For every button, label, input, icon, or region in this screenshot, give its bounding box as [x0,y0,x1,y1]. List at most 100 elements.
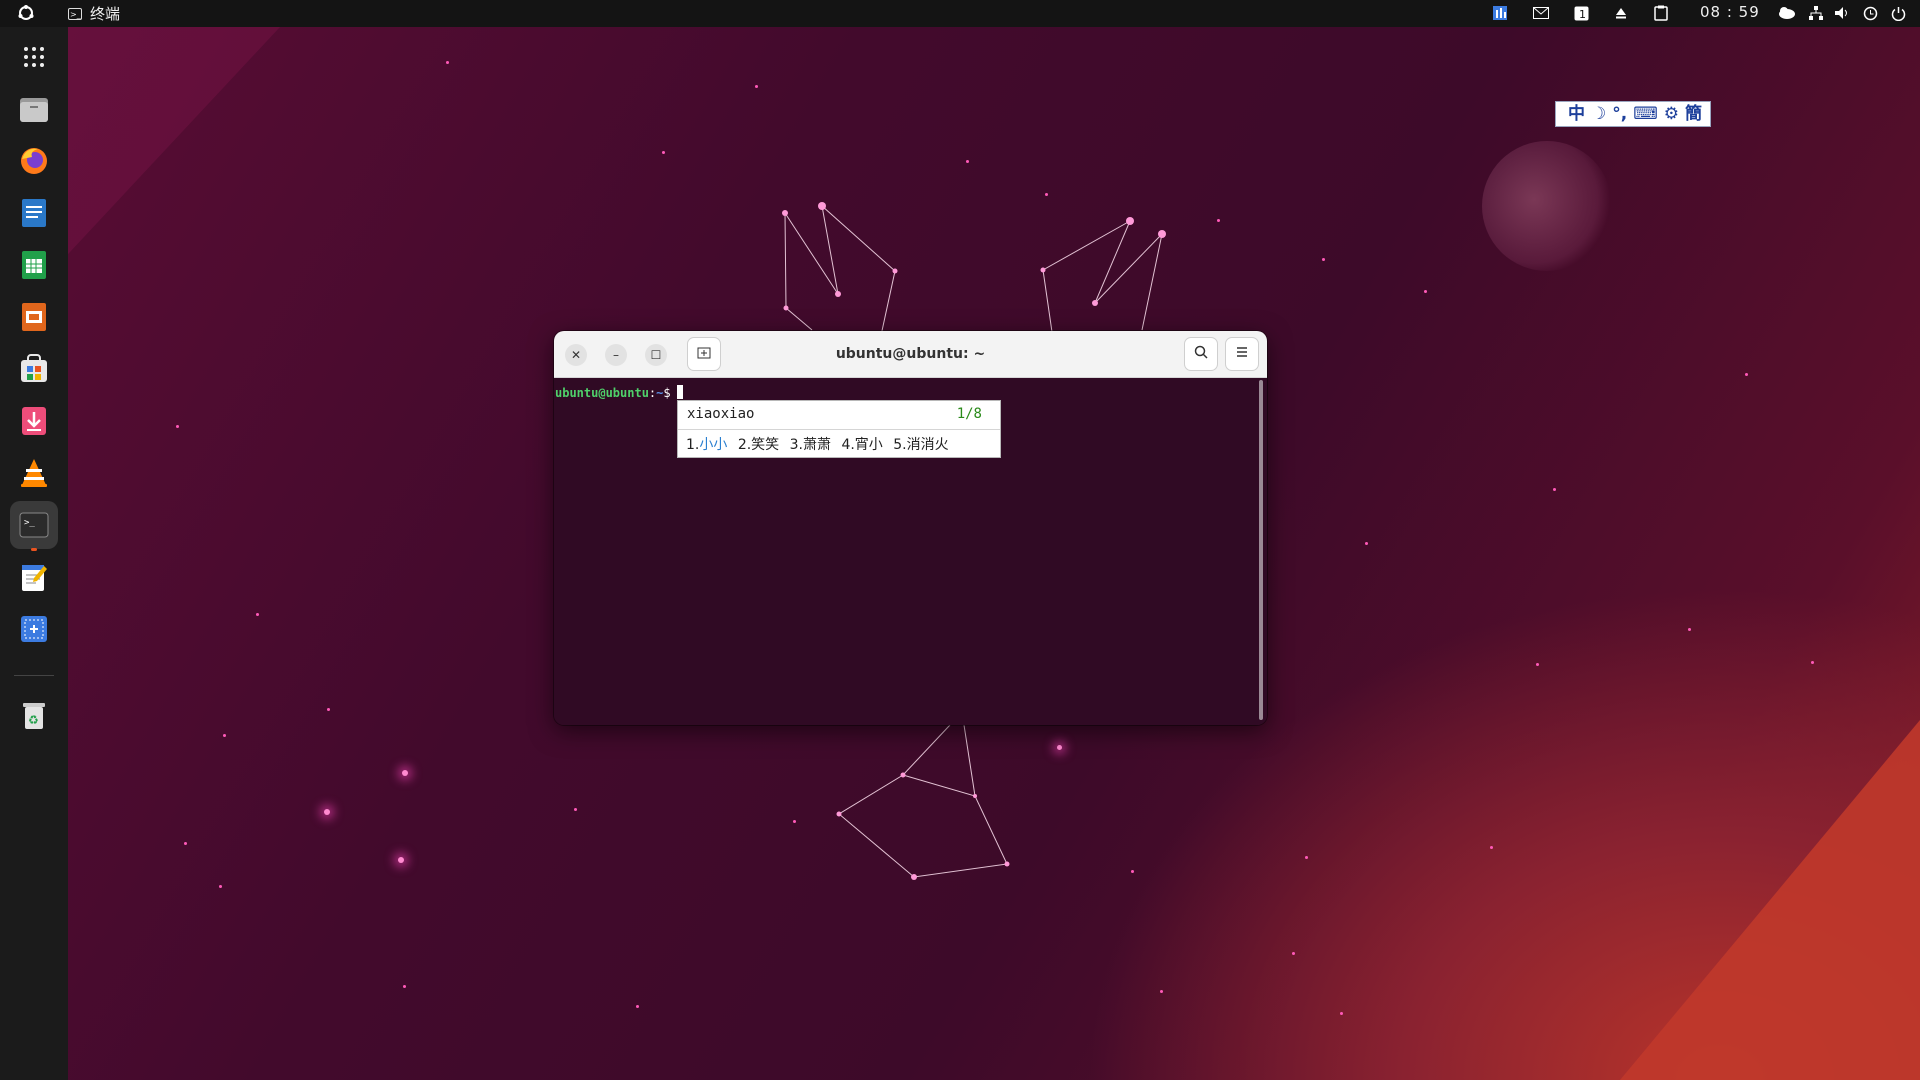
shell-prompt: ubuntu@ubuntu:~$ [555,385,683,400]
star [1322,258,1325,261]
power-icon[interactable] [1888,3,1908,23]
dock-writer[interactable] [10,189,58,237]
dock-app-center[interactable] [10,345,58,393]
star [793,820,796,823]
text-cursor [676,385,683,399]
star [446,61,449,64]
page-indicator[interactable]: 1/8 [957,406,982,422]
search-button[interactable] [1184,337,1218,371]
star [403,985,406,988]
star [402,770,408,776]
show-apps-button[interactable] [10,33,58,81]
star [1305,856,1308,859]
candidate-item[interactable]: 1.小小 [686,437,727,453]
dock-vlc[interactable] [10,449,58,497]
dock-text-editor[interactable] [10,553,58,601]
close-button[interactable]: ✕ [565,344,587,366]
minimize-button[interactable]: – [605,344,627,366]
network-icon[interactable] [1806,3,1826,23]
candidate-item[interactable]: 3.萧萧 [790,437,831,453]
maximize-button[interactable]: ☐ [645,344,667,366]
star [327,708,330,711]
star [1490,846,1493,849]
candidate-word: 萧萧 [802,437,831,453]
dock-trash[interactable]: ♻ [10,691,58,739]
star [256,613,259,616]
mail-icon[interactable] [1531,3,1551,23]
dock-separator [14,675,54,676]
volume-icon[interactable] [1832,3,1852,23]
screenshot-icon [21,616,47,642]
star [1131,870,1134,873]
svg-text:♻: ♻ [28,713,39,727]
number-1-icon[interactable]: 1 [1571,3,1591,23]
dock-impress[interactable] [10,293,58,341]
ime-status-bar[interactable]: 中 ☽ °, ⌨ ⚙ 簡 [1555,101,1711,127]
chart-icon[interactable] [1490,3,1510,23]
star [324,809,330,815]
scrollbar[interactable] [1259,380,1263,720]
dock-terminal[interactable]: >_ [10,501,58,551]
star [1292,952,1295,955]
ime-fullwidth-toggle[interactable]: ☽ [1591,102,1606,126]
clock-icon[interactable] [1860,3,1880,23]
new-tab-button[interactable] [687,337,721,371]
ime-punctuation-toggle[interactable]: °, [1612,102,1627,126]
star [1057,745,1062,750]
ime-keyboard-icon[interactable]: ⌨ [1633,102,1658,126]
installer-icon [22,407,46,435]
running-indicator [31,548,37,551]
ubuntu-logo-icon[interactable] [17,4,35,22]
candidate-word: 消消火 [906,437,949,453]
weather-icon[interactable] [1777,3,1797,23]
dock-files[interactable] [10,85,58,133]
preedit-row: xiaoxiao 1/8 [678,401,1000,430]
star [574,808,577,811]
dock-screenshot[interactable] [10,605,58,653]
candidate-list: 1.小小 2.笑笑 3.萧萧 4.宵小 5.消消火 [686,434,955,454]
star [1688,628,1691,631]
clock[interactable]: 08 : 59 [1700,3,1760,21]
terminal-icon: >_ [19,512,49,538]
impress-icon [22,303,46,331]
dock-calc[interactable] [10,241,58,289]
star [1536,663,1539,666]
candidate-item[interactable]: 5.消消火 [893,437,948,453]
svg-text:1: 1 [1579,8,1586,21]
menu-button[interactable] [1225,337,1259,371]
candidate-index: 1. [686,437,700,453]
candidate-index: 3. [789,437,803,453]
dock-installer[interactable] [10,397,58,445]
active-app-name: 终端 [90,5,121,23]
star [1217,219,1220,222]
candidate-index: 2. [737,437,752,453]
terminal-small-icon: >_ [68,7,82,20]
svg-text:>_: >_ [24,518,35,528]
dock-firefox[interactable] [10,137,58,185]
preedit-text: xiaoxiao [687,406,755,422]
text-editor-icon [22,565,47,591]
candidate-item[interactable]: 2.笑笑 [738,437,779,453]
eject-icon[interactable] [1611,3,1631,23]
active-app-menu[interactable]: >_ 终端 [68,3,120,24]
star [398,857,404,863]
ime-settings-icon[interactable]: ⚙ [1664,102,1679,126]
calc-icon [22,251,46,279]
trash-icon: ♻ [23,703,45,729]
terminal-window[interactable]: ✕ – ☐ ubuntu@ubuntu: ~ ubuntu@ubuntu:~$ [554,331,1267,725]
vlc-icon [21,459,47,487]
show-apps-icon [24,47,44,67]
title-bar[interactable]: ✕ – ☐ ubuntu@ubuntu: ~ [554,331,1267,378]
star [1045,193,1048,196]
ime-script-toggle[interactable]: 簡 [1685,102,1702,126]
star [636,1005,639,1008]
star [184,842,187,845]
clipboard-icon[interactable] [1651,3,1671,23]
firefox-icon [21,148,47,174]
candidate-item[interactable]: 4.宵小 [841,437,882,453]
star [176,425,179,428]
ime-mode-toggle[interactable]: 中 [1568,102,1585,126]
ime-candidate-window[interactable]: xiaoxiao 1/8 1.小小 2.笑笑 3.萧萧 4.宵小 5.消消火 [677,400,1001,458]
star [755,85,758,88]
prompt-symbol: $ [663,386,671,400]
